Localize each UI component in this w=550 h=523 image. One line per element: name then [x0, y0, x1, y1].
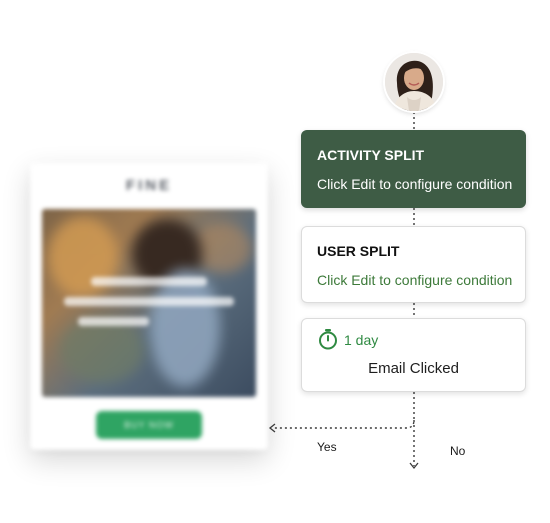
activity-split-description: Click Edit to configure condition: [317, 176, 513, 192]
user-split-title: USER SPLIT: [317, 243, 400, 259]
wait-duration: 1 day: [344, 332, 379, 348]
yes-arrow-head: [268, 423, 276, 433]
activity-split-node[interactable]: ACTIVITY SPLIT Click Edit to configure c…: [301, 130, 526, 208]
stopwatch-icon: [319, 329, 337, 350]
yes-branch-label: Yes: [317, 440, 337, 454]
user-split-node[interactable]: USER SPLIT Click Edit to configure condi…: [301, 226, 526, 303]
no-branch-label: No: [450, 444, 466, 458]
wait-step-node[interactable]: 1 day Email Clicked: [301, 318, 526, 392]
connector-yes-branch: [274, 392, 415, 429]
user-avatar: [385, 53, 443, 111]
wait-event-label: Email Clicked: [368, 360, 459, 377]
activity-split-title: ACTIVITY SPLIT: [317, 147, 425, 163]
user-split-description: Click Edit to configure condition: [317, 272, 513, 288]
